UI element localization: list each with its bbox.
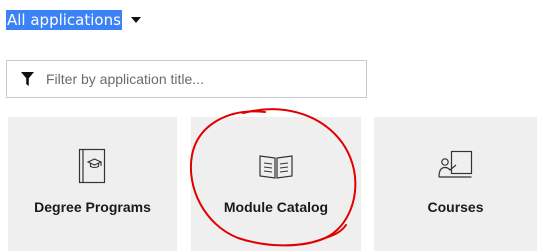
tile-label: Courses [427, 199, 484, 215]
presentation-board-icon [436, 146, 476, 186]
tile-label: Module Catalog [223, 199, 329, 215]
tile-label: Degree Programs [34, 199, 151, 215]
tile-degree-programs[interactable]: Degree Programs [8, 117, 177, 251]
application-selector[interactable]: All applications [6, 9, 141, 31]
page-title[interactable]: All applications [6, 10, 122, 30]
open-book-icon [256, 146, 296, 186]
filter-field[interactable] [6, 60, 367, 98]
graduation-cap-book-icon [73, 146, 113, 186]
filter-icon [18, 70, 36, 88]
tile-module-catalog[interactable]: Module Catalog [191, 117, 361, 251]
tile-courses[interactable]: Courses [374, 117, 537, 251]
filter-input[interactable] [46, 71, 346, 87]
caret-down-icon[interactable] [130, 17, 141, 23]
